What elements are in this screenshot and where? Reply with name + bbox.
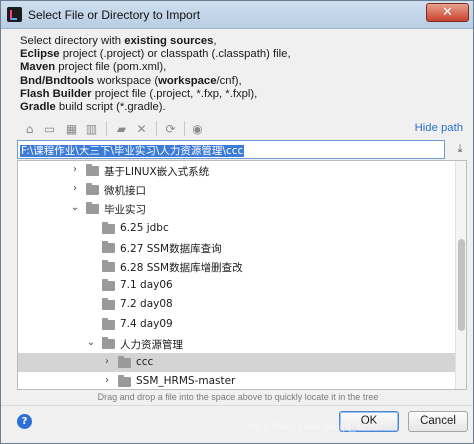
tree-row-label: SSM_HRMS-master — [136, 375, 236, 388]
tree-row-label: 7.2 day08 — [120, 298, 173, 311]
tree-row[interactable]: 7.4 day09 — [18, 315, 456, 334]
folder-icon — [86, 183, 99, 196]
folder-icon — [102, 279, 115, 292]
window-title: Select File or Directory to Import — [28, 8, 201, 22]
folder-icon — [102, 260, 115, 272]
folder-icon — [102, 240, 115, 253]
folder-icon — [86, 164, 99, 176]
hide-path-link[interactable]: Hide path — [415, 122, 463, 134]
home-icon[interactable]: ⌂ — [21, 120, 38, 137]
tree-row-label: 7.4 day09 — [120, 317, 173, 330]
tree-row-label: 毕业实习 — [104, 204, 146, 217]
folder-icon — [118, 375, 131, 388]
description: Select directory with existing sources, … — [20, 35, 460, 114]
tree-row[interactable]: › ccc — [18, 353, 456, 372]
folder-icon — [102, 317, 115, 330]
tree-row[interactable]: 7.2 day08 — [18, 295, 456, 314]
tree-row[interactable]: › 基于LINUX嵌入式系统 — [18, 161, 456, 180]
tree-row[interactable]: ⌄ 人力资源管理 — [18, 334, 456, 353]
folder-icon — [102, 298, 115, 311]
tree-row[interactable]: 6.27 SSM数据库查询 — [18, 238, 456, 257]
tree-row[interactable]: 6.25 jdbc — [18, 219, 456, 238]
show-hidden-icon[interactable]: ◉ — [189, 120, 206, 137]
folder-icon — [102, 221, 115, 234]
path-row: F:\课程作业\大三下\毕业实习\人力资源管理\ccc ⤓ — [17, 140, 469, 160]
toolbar-separator — [106, 121, 107, 136]
path-input[interactable]: F:\课程作业\大三下\毕业实习\人力资源管理\ccc — [17, 140, 445, 159]
watermark: https://blog.csdn.net/qq_42907... — [247, 422, 393, 433]
description-line-flash: Flash Builder project file (.project, *.… — [20, 87, 258, 100]
download-icon[interactable]: ⤓ — [453, 142, 467, 156]
tree-row[interactable]: › 微机接口 — [18, 180, 456, 199]
tree-scroll-thumb[interactable] — [458, 239, 465, 331]
tree-row[interactable]: 6.28 SSM数据库增删查改 — [18, 257, 456, 276]
toolbar-separator — [156, 121, 157, 136]
tree-row-label: 6.25 jdbc — [120, 221, 169, 234]
delete-icon[interactable]: ✕ — [133, 120, 150, 137]
tree-scrollbar[interactable] — [455, 161, 466, 389]
new-folder-icon[interactable]: ▰ — [113, 120, 130, 137]
project-icon[interactable]: ▦ — [63, 120, 80, 137]
description-line-bnd: Bnd/Bndtools workspace (workspace/cnf), — [20, 74, 242, 87]
desktop-icon[interactable]: ▭ — [41, 120, 58, 137]
folder-icon — [118, 356, 131, 368]
close-button[interactable]: ✕ — [426, 3, 469, 22]
folder-icon — [102, 336, 115, 349]
description-line-maven: Maven project file (pom.xml), — [20, 61, 167, 74]
chevron-right-icon[interactable]: › — [102, 357, 112, 367]
description-line-gradle: Gradle build script (*.gradle). — [20, 101, 166, 114]
toolbar-separator — [184, 121, 185, 136]
tree-row-label: 人力资源管理 — [120, 338, 183, 351]
tree-row-label: 6.28 SSM数据库增删查改 — [120, 262, 243, 274]
description-line-eclipse: Eclipse project (.project) or classpath … — [20, 48, 291, 61]
import-dialog: Select File or Directory to Import ✕ Sel… — [0, 0, 474, 444]
folder-icon — [86, 202, 99, 215]
tree-row-label: ccc — [136, 356, 154, 368]
chevron-down-icon[interactable]: ⌄ — [70, 203, 80, 213]
refresh-icon[interactable]: ⟳ — [162, 120, 179, 137]
tree-row[interactable]: 7.1 day06 — [18, 276, 456, 295]
module-icon[interactable]: ▥ — [83, 120, 100, 137]
tree-row-label: 基于LINUX嵌入式系统 — [104, 166, 210, 178]
chevron-right-icon[interactable]: › — [70, 184, 80, 194]
tree-row-label: 微机接口 — [104, 185, 146, 198]
chevron-right-icon[interactable]: › — [102, 376, 112, 386]
footer-divider — [1, 405, 473, 406]
file-toolbar: ⌂ ▭ ▦ ▥ ▰ ✕ ⟳ ◉ Hide path — [17, 119, 467, 139]
description-line-sources: Select directory with existing sources, — [20, 35, 217, 47]
title-bar: Select File or Directory to Import ✕ — [1, 1, 473, 29]
path-input-value: F:\课程作业\大三下\毕业实习\人力资源管理\ccc — [20, 145, 245, 157]
intellij-app-icon — [7, 7, 22, 22]
help-icon[interactable]: ? — [17, 414, 32, 429]
file-tree[interactable]: › 基于LINUX嵌入式系统 › 微机接口 ⌄ 毕业实习 6.25 jdbc 6.27 SSM… — [17, 160, 467, 390]
tree-row[interactable]: ⌄ 毕业实习 — [18, 199, 456, 218]
tree-row[interactable]: › SSM_HRMS-master — [18, 372, 456, 389]
drag-drop-hint: Drag and drop a file into the space abov… — [97, 392, 379, 402]
chevron-right-icon[interactable]: › — [70, 165, 80, 175]
tree-row-label: 6.27 SSM数据库查询 — [120, 242, 222, 255]
tree-row-label: 7.1 day06 — [120, 279, 173, 292]
chevron-down-icon[interactable]: ⌄ — [86, 337, 96, 348]
cancel-button[interactable]: Cancel — [408, 411, 468, 432]
